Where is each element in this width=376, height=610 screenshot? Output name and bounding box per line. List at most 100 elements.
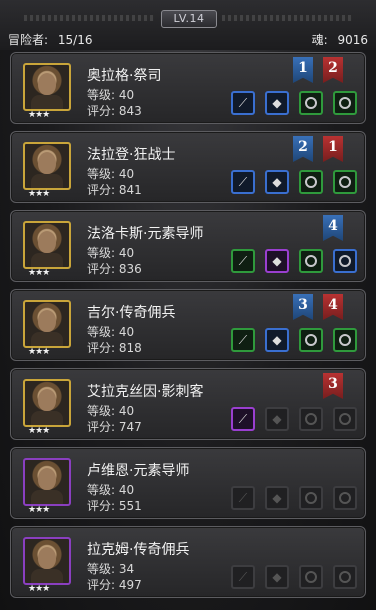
- ring-icon: [305, 413, 317, 425]
- soul-currency: 魂: 9016: [312, 31, 368, 48]
- ring-icon: [339, 492, 351, 504]
- wand-icon: ⟋: [238, 332, 248, 347]
- header-ornament-left: [24, 15, 154, 21]
- team-flags: [297, 531, 357, 559]
- hero-name: 奥拉格·祭司: [87, 68, 162, 84]
- hero-level: 等级: 40: [87, 88, 135, 102]
- equipment-slot-wand-icon[interactable]: ⟋: [231, 91, 255, 115]
- wand-icon: ⟋: [238, 569, 248, 584]
- hero-level: 等级: 40: [87, 404, 135, 418]
- hero-portrait[interactable]: [23, 300, 71, 348]
- equipment-slot-wand-icon[interactable]: ⟋: [231, 565, 255, 589]
- equipment-slot-wand-icon[interactable]: ⟋: [231, 328, 255, 352]
- team-flags: 34: [293, 294, 357, 322]
- equipment-slot-ring-icon[interactable]: [299, 170, 323, 194]
- equipment-slot-gem-icon[interactable]: ◆: [265, 91, 289, 115]
- hero-portrait[interactable]: [23, 221, 71, 269]
- equipment-slot-wand-icon[interactable]: ⟋: [231, 249, 255, 273]
- hero-card[interactable]: ★★★ 吉尔·传奇佣兵 等级: 40 评分: 818 3 4 ⟋ ◆: [10, 289, 366, 361]
- equipment-slot-ring-icon[interactable]: [299, 249, 323, 273]
- hero-portrait[interactable]: [23, 537, 71, 585]
- equipment-slot-gem-icon[interactable]: ◆: [265, 565, 289, 589]
- hero-level: 等级: 34: [87, 562, 135, 576]
- hero-stars: ★★★: [28, 584, 50, 594]
- equipment-slot-ring-icon[interactable]: [333, 486, 357, 510]
- ring-icon: [305, 97, 317, 109]
- equipment-slots: ⟋ ◆: [231, 91, 357, 115]
- equipment-slot-gem-icon[interactable]: ◆: [265, 249, 289, 273]
- hero-name: 卢维恩·元素导师: [87, 463, 190, 479]
- wand-icon: ⟋: [238, 253, 248, 268]
- gem-icon: ◆: [272, 570, 282, 584]
- equipment-slot-wand-icon[interactable]: ⟋: [231, 170, 255, 194]
- equipment-slot-ring-icon[interactable]: [333, 170, 357, 194]
- hero-score: 评分: 841: [87, 183, 142, 197]
- ring-icon: [339, 255, 351, 267]
- equipment-slot-wand-icon[interactable]: ⟋: [231, 486, 255, 510]
- equipment-slot-ring-icon[interactable]: [333, 249, 357, 273]
- hero-stars: ★★★: [28, 110, 50, 120]
- gem-icon: ◆: [272, 175, 282, 189]
- gem-icon: ◆: [272, 412, 282, 426]
- soul-label: 魂:: [311, 33, 328, 47]
- team-flags: 21: [293, 136, 357, 164]
- hero-portrait[interactable]: [23, 63, 71, 111]
- hero-score: 评分: 747: [87, 420, 142, 434]
- gem-icon: ◆: [272, 254, 282, 268]
- ring-icon: [305, 176, 317, 188]
- ring-icon: [339, 571, 351, 583]
- hero-portrait[interactable]: [23, 458, 71, 506]
- team-flag-icon: 2: [293, 136, 313, 162]
- equipment-slots: ⟋ ◆: [231, 249, 357, 273]
- equipment-slot-gem-icon[interactable]: ◆: [265, 407, 289, 431]
- equipment-slot-ring-icon[interactable]: [333, 407, 357, 431]
- hero-level: 等级: 40: [87, 246, 135, 260]
- hero-level: 等级: 40: [87, 167, 135, 181]
- hero-score: 评分: 497: [87, 578, 142, 592]
- top-bar: LV.14 冒险者: 15/16 魂: 9016: [0, 0, 376, 50]
- hero-stars: ★★★: [28, 347, 50, 357]
- ring-icon: [305, 255, 317, 267]
- equipment-slots: ⟋ ◆: [231, 565, 357, 589]
- equipment-slot-ring-icon[interactable]: [299, 486, 323, 510]
- hero-card[interactable]: ★★★ 拉克姆·传奇佣兵 等级: 34 评分: 497 ⟋ ◆: [10, 526, 366, 598]
- equipment-slot-wand-icon[interactable]: ⟋: [231, 407, 255, 431]
- hero-card[interactable]: ★★★ 法拉登·狂战士 等级: 40 评分: 841 2 1 ⟋ ◆: [10, 131, 366, 203]
- equipment-slot-gem-icon[interactable]: ◆: [265, 170, 289, 194]
- equipment-slot-ring-icon[interactable]: [299, 565, 323, 589]
- equipment-slot-ring-icon[interactable]: [333, 565, 357, 589]
- hero-portrait[interactable]: [23, 379, 71, 427]
- hero-card[interactable]: ★★★ 法洛卡斯·元素导师 等级: 40 评分: 836 4 ⟋ ◆: [10, 210, 366, 282]
- equipment-slot-ring-icon[interactable]: [333, 91, 357, 115]
- team-flag-icon: 3: [323, 373, 343, 399]
- team-flags: 4: [297, 215, 357, 243]
- hero-card[interactable]: ★★★ 艾拉克丝因·影刺客 等级: 40 评分: 747 3 ⟋ ◆: [10, 368, 366, 440]
- team-flags: [297, 452, 357, 480]
- hero-score: 评分: 843: [87, 104, 142, 118]
- hero-stars: ★★★: [28, 505, 50, 515]
- hero-portrait[interactable]: [23, 142, 71, 190]
- ring-icon: [339, 413, 351, 425]
- equipment-slot-ring-icon[interactable]: [333, 328, 357, 352]
- ring-icon: [339, 97, 351, 109]
- adventurer-count-value: 15/16: [57, 33, 93, 47]
- equipment-slot-gem-icon[interactable]: ◆: [265, 328, 289, 352]
- ring-icon: [305, 571, 317, 583]
- level-badge: LV.14: [161, 10, 217, 28]
- wand-icon: ⟋: [238, 490, 248, 505]
- team-flags: 12: [293, 57, 357, 85]
- hero-level: 等级: 40: [87, 483, 135, 497]
- equipment-slots: ⟋ ◆: [231, 407, 357, 431]
- equipment-slot-ring-icon[interactable]: [299, 91, 323, 115]
- hero-card[interactable]: ★★★ 奥拉格·祭司 等级: 40 评分: 843 1 2 ⟋ ◆: [10, 52, 366, 124]
- adventurer-count-label: 冒险者:: [8, 33, 49, 47]
- equipment-slot-gem-icon[interactable]: ◆: [265, 486, 289, 510]
- hero-level: 等级: 40: [87, 325, 135, 339]
- team-flag-icon: 2: [323, 57, 343, 83]
- team-flags: 3: [297, 373, 357, 401]
- wand-icon: ⟋: [238, 411, 248, 426]
- equipment-slot-ring-icon[interactable]: [299, 407, 323, 431]
- gem-icon: ◆: [272, 491, 282, 505]
- hero-card[interactable]: ★★★ 卢维恩·元素导师 等级: 40 评分: 551 ⟋ ◆: [10, 447, 366, 519]
- equipment-slot-ring-icon[interactable]: [299, 328, 323, 352]
